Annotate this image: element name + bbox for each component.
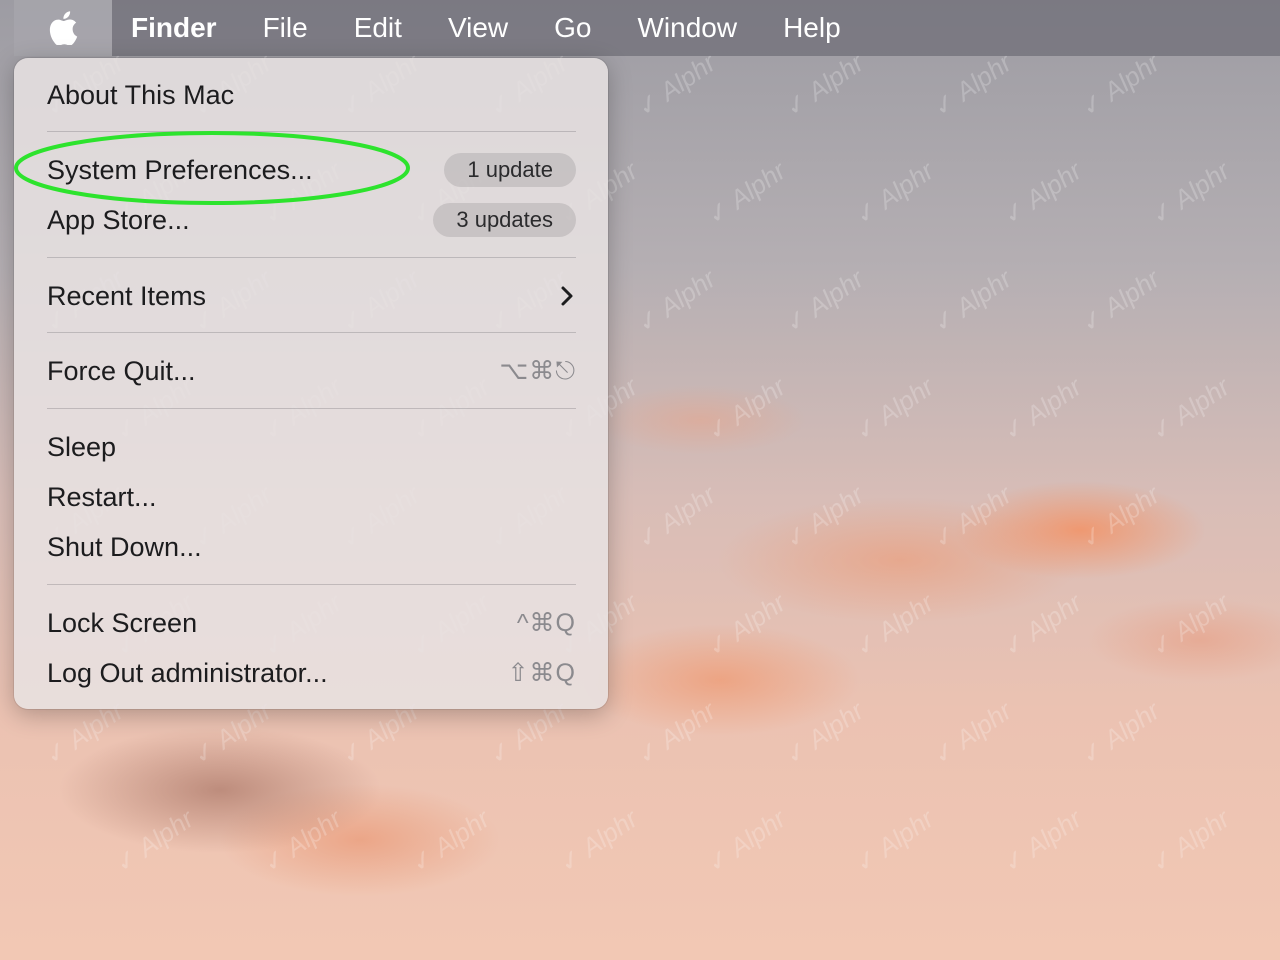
menu-item-label: Sleep [47,432,117,462]
keyboard-shortcut: ⌥⌘⎋ [499,357,576,385]
watermark-text: ✓ Alphr [779,47,870,123]
watermark-text: ✓ Alphr [927,479,1018,555]
watermark-text: ✓ Alphr [1145,587,1236,663]
watermark-text: ✓ Alphr [701,587,792,663]
watermark-text: ✓ Alphr [631,695,722,771]
menu-item-recent-items[interactable]: Recent Items [14,271,608,321]
menu-bar: Finder File Edit View Go Window Help [14,0,1280,56]
update-badge: 3 updates [433,203,576,237]
menu-separator [47,332,576,333]
menu-item-lock-screen[interactable]: Lock Screen ^⌘Q [14,598,608,648]
watermark-text: ✓ Alphr [849,371,940,447]
watermark-text: ✓ Alphr [849,803,940,879]
menu-separator [47,408,576,409]
menu-item-label: Log Out administrator... [47,658,328,688]
watermark-text: ✓ Alphr [631,479,722,555]
watermark-text: ✓ Alphr [1145,371,1236,447]
menu-view[interactable]: View [425,0,531,56]
menu-item-label: About This Mac [47,80,235,110]
watermark-text: ✓ Alphr [1145,155,1236,231]
menu-item-label: Force Quit... [47,356,196,386]
menu-item-label: Shut Down... [47,532,202,562]
menu-item-label: Restart... [47,482,157,512]
apple-logo-icon [49,11,78,45]
update-badge: 1 update [444,153,576,187]
watermark-text: ✓ Alphr [1145,803,1236,879]
menu-item-about-this-mac[interactable]: About This Mac [14,70,608,120]
chevron-right-icon [561,286,573,306]
watermark-text: ✓ Alphr [927,263,1018,339]
watermark-text: ✓ Alphr [927,695,1018,771]
watermark-text: ✓ Alphr [849,155,940,231]
menu-separator [47,584,576,585]
watermark-text: ✓ Alphr [1075,479,1166,555]
apple-menu-dropdown: About This Mac System Preferences... 1 u… [14,58,608,709]
watermark-text: ✓ Alphr [849,587,940,663]
menu-item-label: System Preferences... [47,155,313,185]
watermark-text: ✓ Alphr [405,803,496,879]
apple-menu-button[interactable] [14,0,112,56]
menu-item-label: Recent Items [47,281,207,311]
watermark-text: ✓ Alphr [927,47,1018,123]
watermark-text: ✓ Alphr [701,803,792,879]
watermark-text: ✓ Alphr [701,371,792,447]
menu-item-shut-down[interactable]: Shut Down... [14,522,608,572]
menu-item-restart[interactable]: Restart... [14,472,608,522]
menu-go[interactable]: Go [531,0,614,56]
watermark-text: ✓ Alphr [779,695,870,771]
menu-separator [47,257,576,258]
watermark-text: ✓ Alphr [1075,695,1166,771]
watermark-text: ✓ Alphr [1075,263,1166,339]
watermark-text: ✓ Alphr [997,371,1088,447]
menu-item-app-store[interactable]: App Store... 3 updates [14,195,608,245]
menu-window[interactable]: Window [614,0,760,56]
menu-item-system-preferences[interactable]: System Preferences... 1 update [14,145,608,195]
watermark-text: ✓ Alphr [779,263,870,339]
watermark-text: ✓ Alphr [997,803,1088,879]
keyboard-shortcut: ⇧⌘Q [507,659,576,687]
watermark-text: ✓ Alphr [631,263,722,339]
watermark-text: ✓ Alphr [997,155,1088,231]
watermark-text: ✓ Alphr [257,803,348,879]
watermark-text: ✓ Alphr [631,47,722,123]
watermark-text: ✓ Alphr [779,479,870,555]
menu-item-sleep[interactable]: Sleep [14,422,608,472]
watermark-text: ✓ Alphr [109,803,200,879]
menu-item-label: Lock Screen [47,608,198,638]
menu-finder[interactable]: Finder [112,0,240,56]
menu-item-log-out[interactable]: Log Out administrator... ⇧⌘Q [14,648,608,698]
watermark-text: ✓ Alphr [701,155,792,231]
menu-separator [47,131,576,132]
menu-item-force-quit[interactable]: Force Quit... ⌥⌘⎋ [14,346,608,396]
watermark-text: ✓ Alphr [1075,47,1166,123]
menu-file[interactable]: File [240,0,331,56]
keyboard-shortcut: ^⌘Q [516,609,576,637]
menu-edit[interactable]: Edit [331,0,425,56]
watermark-text: ✓ Alphr [997,587,1088,663]
menu-item-label: App Store... [47,205,190,235]
watermark-text: ✓ Alphr [553,803,644,879]
menu-help[interactable]: Help [760,0,864,56]
